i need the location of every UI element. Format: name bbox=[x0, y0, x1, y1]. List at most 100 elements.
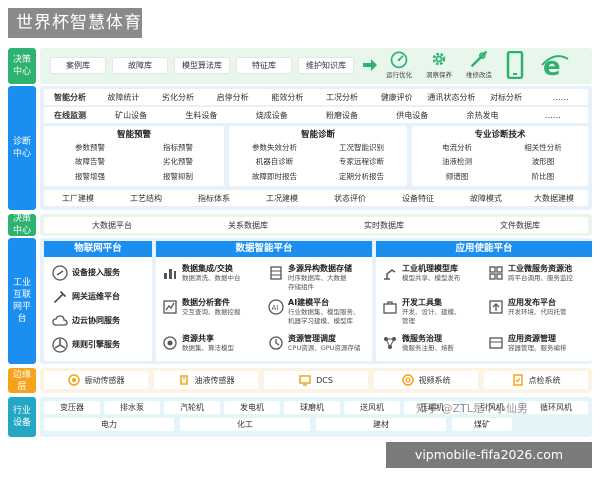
checklist-icon bbox=[512, 374, 523, 386]
edge-chip-inspection: 点检系统 bbox=[484, 371, 588, 389]
db-chip-file: 文件数据库 bbox=[500, 220, 540, 230]
modeling-row: 工厂建模 工艺结构 指标体系 工况建模 状态评价 设备特征 故障模式 大数据建模 bbox=[44, 190, 588, 206]
edge-chip-dcs: DCS bbox=[264, 371, 368, 389]
data-item: AI AI建模平台 行业数据集、模型服务、 机器学习建模、模型库 bbox=[268, 297, 360, 325]
ai-icon: AI bbox=[268, 299, 284, 315]
industry-item: 化工 bbox=[180, 418, 310, 431]
chip-model-algorithm: 模型算法库 bbox=[174, 57, 230, 74]
edge-chip-vibration: 振动传感器 bbox=[44, 371, 148, 389]
panel-title: 专业诊断技术 bbox=[474, 130, 526, 140]
edge-layer: 边缘层 振动传感器 油液传感器 DCS 视频系统 点检系统 bbox=[8, 368, 592, 393]
icon-browser: e bbox=[540, 51, 570, 79]
panel-item: 参数失效分析 bbox=[252, 143, 297, 153]
edge-label: 点检系统 bbox=[528, 375, 561, 385]
item-desc: 微服务注册、熔断 bbox=[402, 344, 454, 352]
decision-layer-data: 决策中心 大数据平台 关系数据库 实时数据库 文件数据库 bbox=[8, 214, 592, 236]
data-item: 资源管理调度 CPU资源、GPU资源存储 bbox=[268, 333, 360, 353]
panel-item: 频谱图 bbox=[445, 171, 469, 181]
schedule-icon bbox=[269, 336, 283, 350]
item-desc: 时序数据库、大数据 bbox=[288, 274, 347, 282]
item-desc: 机器学习建模、模型库 bbox=[288, 316, 353, 325]
decision-layer-top: 决策中心 案例库 故障库 模型算法库 特征库 维护知识库 运行优化 洞察保养 维… bbox=[8, 48, 592, 84]
item-desc: 交互查询、数据挖掘 bbox=[182, 308, 241, 316]
browser-e-icon: e bbox=[541, 52, 569, 79]
panel-item: 定期分析报告 bbox=[339, 171, 384, 181]
iot-item-label: 规则引擎服务 bbox=[72, 340, 120, 349]
panel-item: 劣化预警 bbox=[163, 157, 193, 167]
panel-item: 波形图 bbox=[531, 157, 555, 167]
app-platform: 应用使能平台 工业机理模型库 模型共享、模型发布 工业微服务资源池 跨平台调用、服务… bbox=[376, 241, 592, 361]
iot-item-label: 设备接入服务 bbox=[72, 268, 120, 277]
icon-operation-optimize: 运行优化 bbox=[386, 49, 412, 79]
row-item: 生料设备 bbox=[185, 110, 218, 120]
row-item: 工况分析 bbox=[326, 92, 359, 102]
data-body: 大数据平台 关系数据库 实时数据库 文件数据库 bbox=[40, 214, 592, 236]
item-desc: 行业数据集、模型服务、 bbox=[288, 308, 360, 316]
platform-body: 物联网平台 设备接入服务 网关运维平台 边云协同服务 规则引擎服务 数据智能平台 bbox=[40, 238, 592, 364]
row-item: 烧成设备 bbox=[255, 110, 288, 120]
row-item: 工况建模 bbox=[266, 193, 298, 203]
row-item: 指标体系 bbox=[198, 193, 230, 203]
row-item: 故障模式 bbox=[470, 193, 502, 203]
item-title: 微服务治理 bbox=[402, 334, 442, 343]
app-item: 应用资源管理 容器管理、服务编排 bbox=[488, 333, 567, 353]
item-desc: 管理 bbox=[402, 316, 415, 325]
chip-case-library: 案例库 bbox=[50, 57, 106, 74]
item-desc: 模型共享、模型发布 bbox=[402, 274, 461, 282]
database-row: 大数据平台 关系数据库 实时数据库 文件数据库 bbox=[44, 217, 588, 233]
chip-fault-library: 故障库 bbox=[112, 57, 168, 74]
app-item: 微服务治理 微服务注册、熔断 bbox=[382, 333, 454, 353]
vibration-sensor-icon bbox=[67, 374, 80, 386]
equipment-item: 球磨机 bbox=[284, 401, 340, 414]
platform-title: 应用使能平台 bbox=[376, 241, 592, 257]
panel-title: 智能预警 bbox=[116, 130, 151, 140]
item-desc: 开发、设计、建模、 bbox=[402, 308, 461, 316]
icon-label: 洞察保养 bbox=[426, 71, 452, 79]
icon-label: 维修改造 bbox=[466, 71, 492, 79]
industry-item: 煤矿 bbox=[452, 418, 512, 431]
item-desc: 容器管理、服务编排 bbox=[508, 344, 567, 352]
data-item: 资源共享 数据集、算法模型 bbox=[162, 333, 234, 353]
diagnosis-body: 智能分析 故障统计 劣化分析 启停分析 能效分析 工况分析 健康评价 通讯状态分… bbox=[40, 86, 592, 210]
item-title: 多源异构数据存储 bbox=[288, 264, 352, 273]
item-title: 工业机理模型库 bbox=[402, 264, 458, 273]
db-chip-bigdata: 大数据平台 bbox=[92, 220, 132, 230]
panel-item: 故障即时报告 bbox=[252, 171, 297, 181]
network-icon bbox=[384, 337, 396, 349]
industry-item: 电力 bbox=[44, 418, 174, 431]
iot-item: 边云协同服务 bbox=[52, 311, 120, 331]
row-item: …… bbox=[544, 110, 561, 120]
app-item: 开发工具集 开发、设计、建模、 管理 bbox=[382, 297, 461, 325]
toolbox-icon bbox=[383, 301, 397, 314]
panel-item: 指标预警 bbox=[163, 143, 193, 153]
app-item: 工业机理模型库 模型共享、模型发布 bbox=[382, 263, 461, 283]
row-item: 通讯状态分析 bbox=[427, 92, 476, 102]
chip-maintenance-knowledge: 维护知识库 bbox=[298, 57, 354, 74]
platform-title: 物联网平台 bbox=[44, 241, 152, 257]
app-item: 应用发布平台 开发环境、代码托管 bbox=[488, 297, 567, 317]
item-desc: 开发环境、代码托管 bbox=[508, 308, 567, 316]
panel-item: 油液检测 bbox=[442, 157, 472, 167]
row-item: 设备特征 bbox=[402, 193, 434, 203]
row-lead: 在线监测 bbox=[54, 110, 86, 120]
url-banner: vipmobile-fifa2026.com bbox=[386, 442, 592, 468]
iot-item: 网关运维平台 bbox=[52, 287, 120, 307]
row-item: 大数据建模 bbox=[534, 193, 574, 203]
item-title: 工业微服务资源池 bbox=[508, 264, 572, 273]
monitoring-row: 在线监测 矿山设备 生料设备 烧成设备 粉磨设备 供电设备 余热发电 …… bbox=[44, 107, 588, 123]
gear-icon bbox=[432, 52, 446, 66]
row-item: 工艺结构 bbox=[130, 193, 162, 203]
oil-sensor-icon bbox=[179, 375, 188, 385]
edge-body: 振动传感器 油液传感器 DCS 视频系统 点检系统 bbox=[40, 368, 592, 393]
industry-item: 建材 bbox=[316, 418, 446, 431]
data-platform: 数据智能平台 数据集成/交换 数据清洗、数据中台 多源异构数据存储 时序数据库、大数… bbox=[156, 241, 372, 361]
decision-body: 案例库 故障库 模型算法库 特征库 维护知识库 运行优化 洞察保养 维修改造 e bbox=[40, 48, 592, 84]
item-title: 开发工具集 bbox=[402, 298, 442, 307]
wrench-icon bbox=[471, 51, 487, 67]
iot-item: 规则引擎服务 bbox=[52, 335, 120, 355]
panel-smart-warning: 智能预警 参数预警 指标预警 故障告警 劣化预警 报警增强 报警抑制 bbox=[44, 126, 224, 186]
edge-chip-video: 视频系统 bbox=[374, 371, 478, 389]
tools-icon bbox=[54, 291, 66, 303]
storage-icon bbox=[270, 266, 282, 280]
panel-item: 参数预警 bbox=[75, 143, 105, 153]
